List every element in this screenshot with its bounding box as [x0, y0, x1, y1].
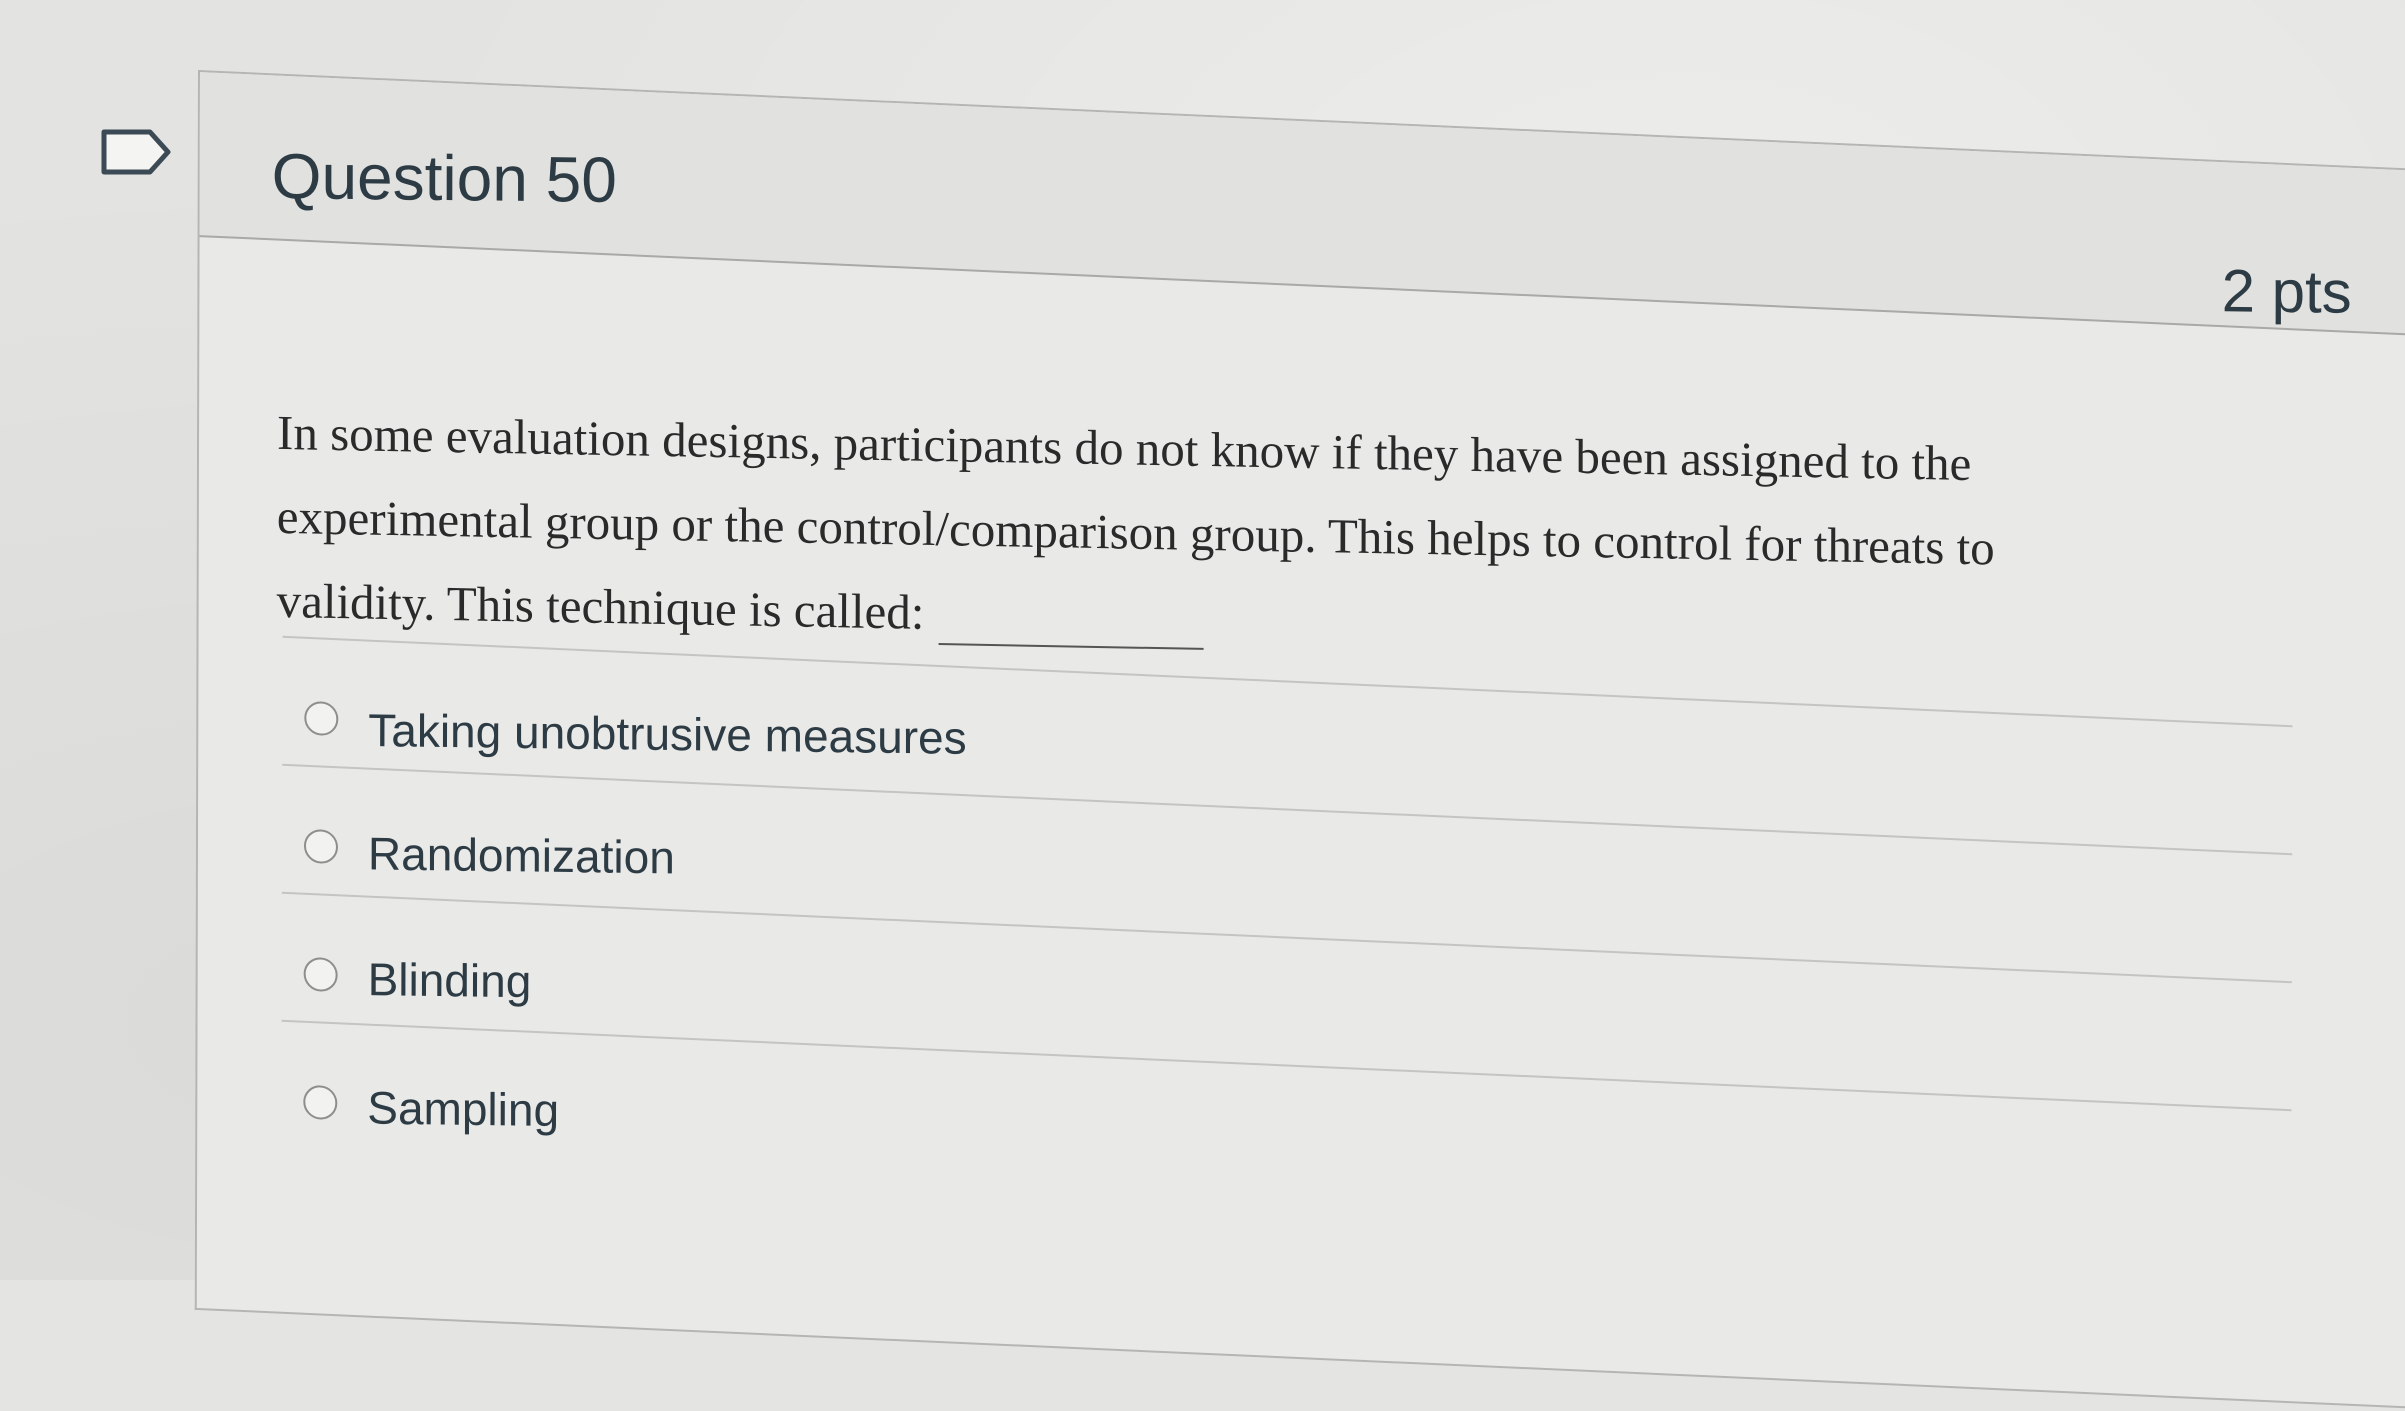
answer-blank [938, 643, 1204, 650]
radio-button[interactable] [303, 828, 339, 865]
answer-label[interactable]: Taking unobtrusive measures [368, 703, 967, 765]
answer-list: Taking unobtrusive measures Randomizatio… [281, 635, 2293, 1238]
answer-label[interactable]: Randomization [368, 826, 675, 884]
flag-outline-icon[interactable] [100, 128, 172, 176]
radio-button[interactable] [303, 956, 338, 993]
radio-button[interactable] [303, 1084, 338, 1121]
question-text: In some evaluation designs, participants… [277, 391, 2218, 679]
question-title: Question 50 [271, 140, 617, 216]
question-text-line-content: validity. This technique is called: [276, 572, 925, 640]
question-card: Question 50 2 pts In some evaluation des… [194, 70, 2405, 1411]
answer-label[interactable]: Blinding [368, 952, 532, 1008]
radio-button[interactable] [304, 700, 339, 737]
question-points: 2 pts [2221, 257, 2352, 326]
answer-label[interactable]: Sampling [367, 1081, 559, 1138]
